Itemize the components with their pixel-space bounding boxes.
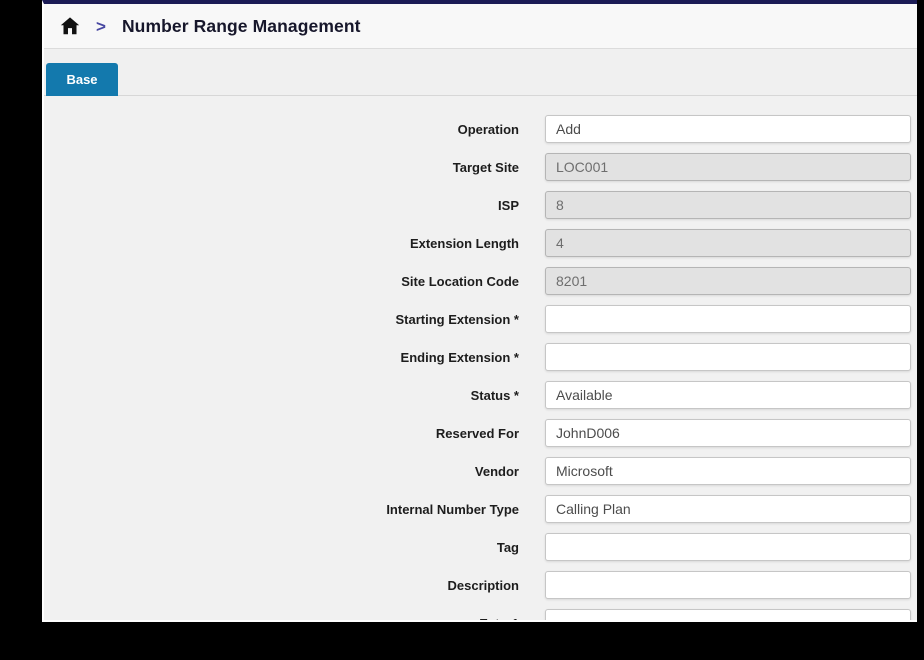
field-label: Ending Extension *	[44, 350, 519, 365]
form-row-starting-extension: Starting Extension *	[44, 300, 917, 338]
form-row-ending-extension: Ending Extension *	[44, 338, 917, 376]
field-wrapper	[545, 571, 911, 599]
form-row-extension-length: Extension Length	[44, 224, 917, 262]
form-row-description: Description	[44, 566, 917, 604]
field-wrapper	[545, 381, 911, 409]
field-label: Site Location Code	[44, 274, 519, 289]
form-row-vendor: Vendor	[44, 452, 917, 490]
status-input[interactable]	[545, 381, 911, 409]
field-wrapper	[545, 305, 911, 333]
field-wrapper	[545, 229, 911, 257]
reserved-for-input[interactable]	[545, 419, 911, 447]
internal-number-type-input[interactable]	[545, 495, 911, 523]
tab-base[interactable]: Base	[46, 63, 118, 96]
starting-extension-input[interactable]	[545, 305, 911, 333]
home-icon[interactable]	[58, 14, 82, 38]
field-label: Vendor	[44, 464, 519, 479]
extension-length-input	[545, 229, 911, 257]
operation-input[interactable]	[545, 115, 911, 143]
tab-bar: Base	[44, 49, 917, 96]
field-wrapper	[545, 153, 911, 181]
form-row-target-site: Target Site	[44, 148, 917, 186]
form-row-reserved-for: Reserved For	[44, 414, 917, 452]
extra1-input[interactable]	[545, 609, 911, 622]
vendor-input[interactable]	[545, 457, 911, 485]
field-wrapper	[545, 457, 911, 485]
form-row-status: Status *	[44, 376, 917, 414]
ending-extension-input[interactable]	[545, 343, 911, 371]
field-label: Starting Extension *	[44, 312, 519, 327]
form-row-operation: Operation	[44, 110, 917, 148]
field-wrapper	[545, 191, 911, 219]
field-label: Description	[44, 578, 519, 593]
field-wrapper	[545, 343, 911, 371]
field-wrapper	[545, 495, 911, 523]
field-label: Reserved For	[44, 426, 519, 441]
page-title: Number Range Management	[122, 16, 361, 37]
field-wrapper	[545, 609, 911, 622]
field-label: Internal Number Type	[44, 502, 519, 517]
form-row-tag: Tag	[44, 528, 917, 566]
chevron-right-icon: >	[96, 18, 106, 35]
field-wrapper	[545, 419, 911, 447]
isp-input	[545, 191, 911, 219]
tag-input[interactable]	[545, 533, 911, 561]
form-row-site-location-code: Site Location Code	[44, 262, 917, 300]
field-wrapper	[545, 115, 911, 143]
field-label: Tag	[44, 540, 519, 555]
field-wrapper	[545, 267, 911, 295]
number-range-form: Operation Target Site ISP Extension Leng…	[44, 96, 917, 622]
field-label: Operation	[44, 122, 519, 137]
form-row-internal-number-type: Internal Number Type	[44, 490, 917, 528]
target-site-input	[545, 153, 911, 181]
site-location-code-input	[545, 267, 911, 295]
description-input[interactable]	[545, 571, 911, 599]
form-row-extra1: Extra1	[44, 604, 917, 622]
form-row-isp: ISP	[44, 186, 917, 224]
field-label: Extension Length	[44, 236, 519, 251]
field-label: Extra1	[44, 616, 519, 623]
field-label: ISP	[44, 198, 519, 213]
app-window: > Number Range Management Base Operation…	[42, 0, 917, 622]
breadcrumb: > Number Range Management	[44, 4, 917, 49]
field-label: Target Site	[44, 160, 519, 175]
field-label: Status *	[44, 388, 519, 403]
field-wrapper	[545, 533, 911, 561]
